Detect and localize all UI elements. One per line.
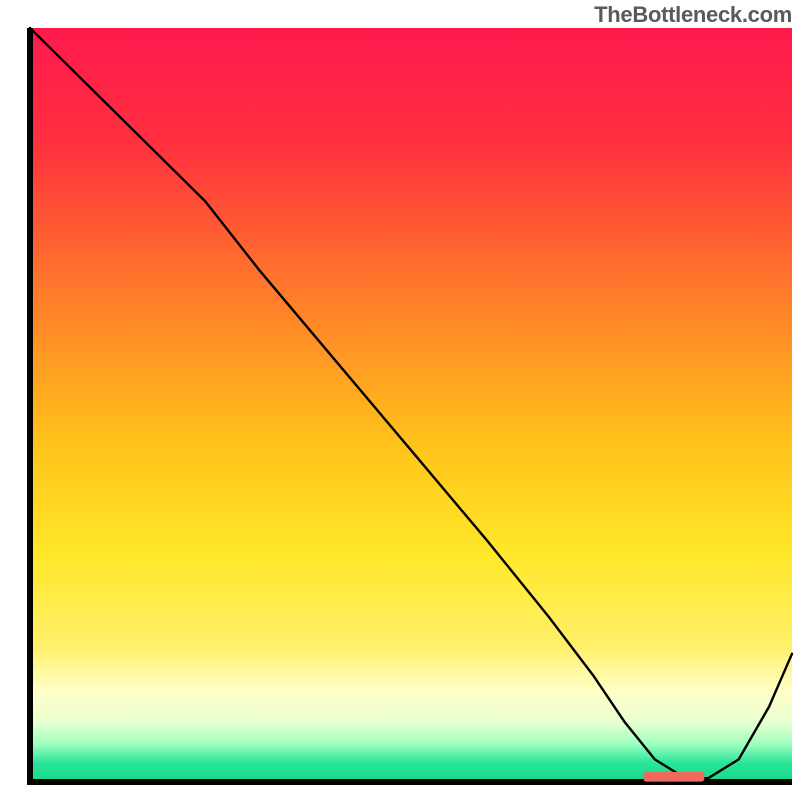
bottleneck-plot: [0, 0, 800, 800]
optimal-range-marker: [643, 772, 704, 782]
chart-frame: TheBottleneck.com: [0, 0, 800, 800]
